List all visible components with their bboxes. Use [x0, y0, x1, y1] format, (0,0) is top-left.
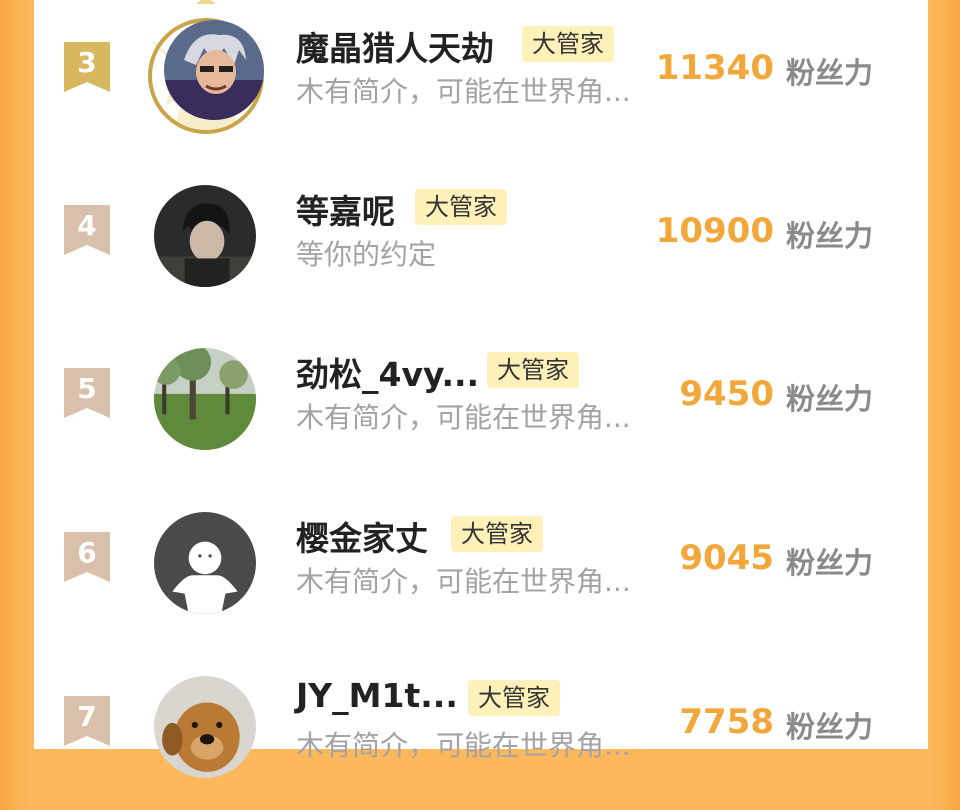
user-bio: 木有简介，可能在世界角...: [296, 401, 631, 434]
user-bio: 木有简介，可能在世界角...: [296, 565, 631, 598]
role-tag: 大管家: [451, 516, 543, 552]
user-bio: 木有简介，可能在世界角...: [296, 75, 631, 108]
rank-badge: 7: [64, 696, 110, 746]
user-bio: 等你的约定: [296, 238, 437, 271]
fan-power-unit: 粉丝力: [786, 56, 874, 90]
user-avatar[interactable]: [164, 20, 264, 120]
user-avatar[interactable]: [154, 185, 256, 287]
ranking-row-7[interactable]: 7 JY_M1t... 大管家 木有简介，可能在世界角... 7758 粉丝力: [34, 646, 928, 810]
fan-ranking-list: 3 魔晶猎人天劫 大管家 木有简介，可能在世界角... 11340 粉丝力 4: [34, 0, 928, 778]
fan-power-score: 10900: [655, 211, 774, 251]
user-bio: 木有简介，可能在世界角...: [296, 729, 631, 762]
role-tag: 大管家: [415, 189, 507, 225]
user-avatar[interactable]: [154, 676, 256, 778]
ranking-row-6[interactable]: 6 樱金家丈 大管家 木有简介，可能在世界角... 9045 粉丝力: [34, 482, 928, 646]
fan-power-score: 9045: [679, 538, 774, 578]
role-tag: 大管家: [522, 26, 614, 62]
rank-badge: 5: [64, 368, 110, 418]
user-avatar[interactable]: [154, 348, 256, 450]
user-name[interactable]: 等嘉呢: [296, 185, 395, 233]
role-tag: 大管家: [487, 352, 579, 388]
rank-badge: 3: [64, 42, 110, 92]
ranking-row-3[interactable]: 3 魔晶猎人天劫 大管家 木有简介，可能在世界角... 11340 粉丝力: [34, 0, 928, 156]
fan-power-score: 7758: [679, 702, 774, 742]
fan-power-unit: 粉丝力: [786, 382, 874, 416]
user-name[interactable]: 魔晶猎人天劫: [296, 22, 494, 70]
ranking-row-4[interactable]: 4 等嘉呢 大管家 等你的约定 10900 粉丝力: [34, 155, 928, 319]
default-avatar-icon[interactable]: [154, 512, 256, 614]
role-tag: 大管家: [468, 680, 560, 716]
fan-power-unit: 粉丝力: [786, 219, 874, 253]
rank-badge: 4: [64, 205, 110, 255]
fan-power-unit: 粉丝力: [786, 546, 874, 580]
fan-power-score: 9450: [679, 374, 774, 414]
user-name[interactable]: JY_M1t...: [296, 676, 458, 715]
fan-power-score: 11340: [655, 48, 774, 88]
user-name[interactable]: 樱金家丈: [296, 512, 428, 560]
rank-badge: 6: [64, 532, 110, 582]
fan-power-unit: 粉丝力: [786, 710, 874, 744]
ranking-row-5[interactable]: 5 劲松_4vy... 大管家 木有简介，可能在世界角... 9450 粉丝力: [34, 318, 928, 482]
user-name[interactable]: 劲松_4vy...: [296, 348, 479, 396]
